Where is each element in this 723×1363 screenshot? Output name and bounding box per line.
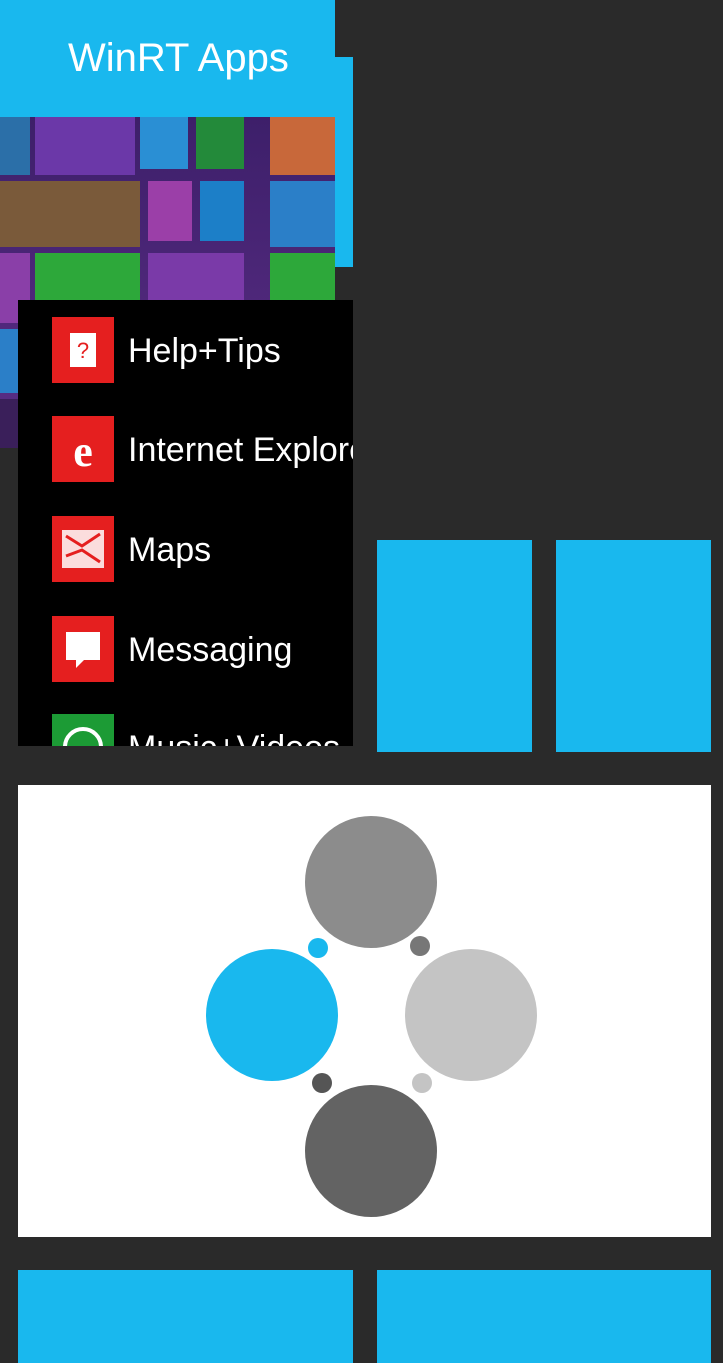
internet-explorer-icon: e	[52, 416, 114, 482]
cycle-diagram	[206, 816, 537, 1217]
blank-tile[interactable]	[18, 1270, 353, 1363]
music-videos-icon	[52, 714, 114, 746]
list-item[interactable]: e Internet Explorer	[52, 416, 353, 482]
svg-text:e: e	[73, 427, 93, 476]
messaging-icon	[52, 616, 114, 682]
blank-tile[interactable]	[377, 1270, 711, 1363]
cycle-gear-bottom-left	[312, 1073, 332, 1093]
cycle-gear-bottom-right	[412, 1073, 432, 1093]
app-label: Maps	[128, 531, 212, 569]
cycle-gear-top-right	[410, 936, 430, 956]
blank-tile[interactable]	[556, 540, 711, 752]
cycle-node-top	[305, 816, 437, 948]
app-label: Music+Videos	[128, 729, 340, 746]
app-label: Help+Tips	[128, 332, 281, 370]
cycle-node-bottom	[305, 1085, 437, 1217]
list-item[interactable]: Messaging	[52, 616, 353, 682]
svg-text:?: ?	[77, 338, 89, 363]
list-item[interactable]: Maps	[52, 516, 353, 582]
app-label: Messaging	[128, 631, 293, 669]
cycle-node-left	[206, 949, 338, 1081]
cycle-node-right	[405, 949, 537, 1081]
maps-icon	[52, 516, 114, 582]
help-icon: ?	[52, 317, 114, 383]
app-label: Internet Explorer	[128, 431, 353, 469]
cycle-diagram-tile[interactable]	[18, 785, 711, 1237]
list-item[interactable]: ? Help+Tips	[52, 317, 353, 383]
blank-tile[interactable]	[377, 540, 532, 752]
app-list[interactable]: ? Help+Tips e Internet Explorer Maps Mes…	[18, 300, 353, 746]
list-item[interactable]: Music+Videos	[52, 714, 353, 746]
cycle-gear-top-left	[308, 938, 328, 958]
winrt-apps-title: WinRT Apps	[68, 36, 289, 80]
